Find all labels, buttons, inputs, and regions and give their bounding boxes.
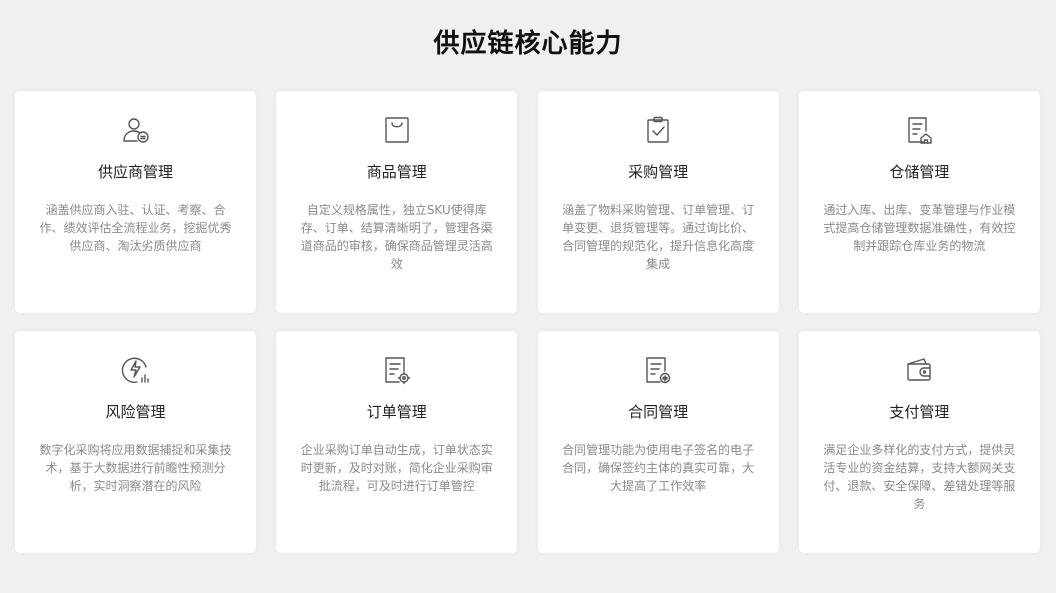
card-title: 商品管理: [366, 163, 427, 181]
card-description: 满足企业多样化的支付方式，提供灵活专业的资金结算，支持大额网关支付、退款、安全保…: [823, 443, 1016, 511]
order-settings-icon: [382, 355, 412, 385]
card-title: 合同管理: [628, 403, 689, 421]
card-title: 采购管理: [628, 163, 689, 181]
card-description: 涵盖了物料采购管理、订单管理、订单变更、退货管理等。通过询比价、合同管理的规范化…: [562, 203, 755, 271]
card-description: 企业采购订单自动生成，订单状态实时更新，及时对账，简化企业采购审批流程，可及时进…: [300, 443, 493, 493]
clipboard-check-icon: [643, 115, 673, 145]
capability-card-risk[interactable]: 风险管理 数字化采购将应用数据捕捉和采集技术，基于大数据进行前瞻性预测分析，实时…: [15, 331, 256, 553]
risk-lightning-icon: [121, 355, 151, 385]
card-description: 通过入库、出库、变革管理与作业模式提高仓储管理数据准确性，有效控制并跟踪仓库业务…: [823, 203, 1016, 253]
card-title: 订单管理: [366, 403, 427, 421]
card-description: 自定义规格属性，独立SKU使得库存、订单、结算清晰明了，管理各渠道商品的审核，确…: [300, 203, 493, 271]
card-title: 供应商管理: [97, 163, 173, 181]
card-description: 合同管理功能为使用电子签名的电子合同，确保签约主体的真实可靠，大大提高了工作效率: [562, 443, 755, 493]
card-title: 仓储管理: [889, 163, 950, 181]
supplier-user-icon: [121, 115, 151, 145]
card-title: 支付管理: [889, 403, 950, 421]
shopping-bag-icon: [382, 115, 412, 145]
page-title: 供应链核心能力: [433, 29, 623, 59]
capability-grid: 供应商管理 涵盖供应商入驻、认证、考察、合作、绩效评估全流程业务，挖掘优秀供应商…: [15, 91, 1040, 553]
warehouse-document-icon: [904, 115, 934, 145]
capability-card-procurement[interactable]: 采购管理 涵盖了物料采购管理、订单管理、订单变更、退货管理等。通过询比价、合同管…: [537, 91, 779, 313]
capability-card-payment[interactable]: 支付管理 满足企业多样化的支付方式，提供灵活专业的资金结算，支持大额网关支付、退…: [798, 331, 1040, 553]
capability-card-contract[interactable]: 合同管理 合同管理功能为使用电子签名的电子合同，确保签约主体的真实可靠，大大提高…: [537, 331, 779, 553]
card-title: 风险管理: [105, 403, 166, 421]
card-description: 数字化采购将应用数据捕捉和采集技术，基于大数据进行前瞻性预测分析，实时洞察潜在的…: [39, 443, 232, 493]
capability-card-warehouse[interactable]: 仓储管理 通过入库、出库、变革管理与作业模式提高仓储管理数据准确性，有效控制并跟…: [798, 91, 1040, 313]
capability-card-product[interactable]: 商品管理 自定义规格属性，独立SKU使得库存、订单、结算清晰明了，管理各渠道商品…: [276, 91, 518, 313]
wallet-icon: [904, 355, 934, 385]
card-description: 涵盖供应商入驻、认证、考察、合作、绩效评估全流程业务，挖掘优秀供应商、淘汰劣质供…: [39, 203, 232, 253]
capability-card-order[interactable]: 订单管理 企业采购订单自动生成，订单状态实时更新，及时对账，简化企业采购审批流程…: [276, 331, 518, 553]
contract-document-icon: [643, 355, 673, 385]
capability-card-supplier[interactable]: 供应商管理 涵盖供应商入驻、认证、考察、合作、绩效评估全流程业务，挖掘优秀供应商…: [15, 91, 256, 313]
